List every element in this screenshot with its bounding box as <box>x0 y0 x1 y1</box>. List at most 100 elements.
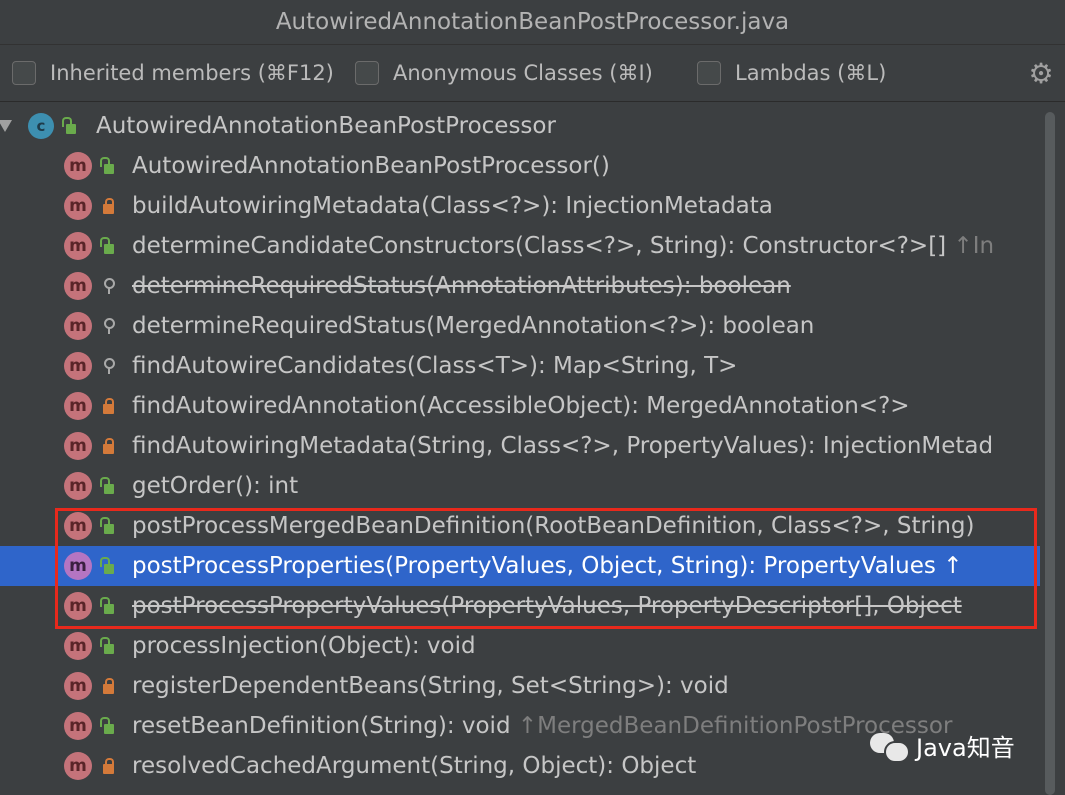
member-signature: determineCandidateConstructors(Class<?>,… <box>132 233 994 259</box>
public-access-icon <box>100 637 116 655</box>
private-access-icon <box>100 197 116 215</box>
inherited-members-label: Inherited members (⌘F12) <box>50 61 334 85</box>
private-access-icon <box>100 397 116 415</box>
checkbox-box[interactable] <box>697 61 721 85</box>
vertical-scrollbar[interactable] <box>1042 108 1058 795</box>
tree-row-method[interactable]: m postProcessProperties(PropertyValues, O… <box>0 546 1040 586</box>
tree-row-method[interactable]: m postProcessMergedBeanDefinition(RootBea… <box>0 506 1040 546</box>
method-icon: m <box>64 632 92 660</box>
member-text: AutowiredAnnotationBeanPostProcessor() <box>132 153 610 179</box>
private-access-icon <box>100 437 116 455</box>
inherited-members-checkbox[interactable]: Inherited members (⌘F12) <box>12 61 334 85</box>
member-signature: resolvedCachedArgument(String, Object): … <box>132 753 696 779</box>
method-icon: m <box>64 512 92 540</box>
member-signature: findAutowiringMetadata(String, Class<?>,… <box>132 433 993 459</box>
public-access-icon <box>100 157 116 175</box>
method-icon: m <box>64 352 92 380</box>
member-text: findAutowireCandidates(Class<T>): Map<St… <box>132 353 738 379</box>
member-text: registerDependentBeans(String, Set<Strin… <box>132 673 729 699</box>
wechat-icon <box>870 731 910 763</box>
watermark-text: Java知音 <box>916 734 1015 762</box>
tree-row-method[interactable]: m findAutowireCandidates(Class<T>): Map<S… <box>0 346 1040 386</box>
member-text: determineRequiredStatus(MergedAnnotation… <box>132 313 815 339</box>
method-icon: m <box>64 392 92 420</box>
tree-row-method[interactable]: m processInjection(Object): void <box>0 626 1040 666</box>
inherited-from-label: ↑ <box>943 553 963 579</box>
member-text: findAutowiredAnnotation(AccessibleObject… <box>132 393 910 419</box>
public-access-icon <box>62 117 78 135</box>
member-text: resetBeanDefinition(String): void <box>132 713 511 739</box>
tree-row-method[interactable]: m postProcessPropertyValues(PropertyValue… <box>0 586 1040 626</box>
watermark: Java知音 <box>870 728 1015 763</box>
method-icon: m <box>64 272 92 300</box>
structure-toolbar: Inherited members (⌘F12) Anonymous Class… <box>0 45 1065 102</box>
tree-row-method[interactable]: m determineCandidateConstructors(Class<?>… <box>0 226 1040 266</box>
member-signature: buildAutowiringMetadata(Class<?>): Injec… <box>132 193 773 219</box>
private-access-icon <box>100 757 116 775</box>
tree-row-method[interactable]: m registerDependentBeans(String, Set<Stri… <box>0 666 1040 706</box>
method-icon: m <box>64 552 92 580</box>
tree-row-method[interactable]: m AutowiredAnnotationBeanPostProcessor() <box>0 146 1040 186</box>
method-icon: m <box>64 192 92 220</box>
tree-row-method[interactable]: m buildAutowiringMetadata(Class<?>): Inje… <box>0 186 1040 226</box>
gear-icon[interactable]: ⚙ <box>1027 60 1055 88</box>
lambdas-label: Lambdas (⌘L) <box>735 61 887 85</box>
protected-access-icon <box>100 317 116 335</box>
member-signature: resetBeanDefinition(String): void ↑Merge… <box>132 713 952 739</box>
method-icon: m <box>64 752 92 780</box>
method-icon: m <box>64 712 92 740</box>
expand-arrow-icon[interactable] <box>0 120 12 132</box>
anonymous-classes-checkbox[interactable]: Anonymous Classes (⌘I) <box>355 61 653 85</box>
scrollbar-thumb[interactable] <box>1045 112 1055 795</box>
method-icon: m <box>64 152 92 180</box>
class-icon: c <box>28 113 54 139</box>
tree-row-method[interactable]: m findAutowiredAnnotation(AccessibleObjec… <box>0 386 1040 426</box>
tree-row-class[interactable]: c AutowiredAnnotationBeanPostProcessor <box>0 106 1040 146</box>
public-access-icon <box>100 237 116 255</box>
method-icon: m <box>64 472 92 500</box>
tree-row-method[interactable]: m determineRequiredStatus(MergedAnnotatio… <box>0 306 1040 346</box>
tree-row-method[interactable]: m getOrder(): int <box>0 466 1040 506</box>
tree-row-method[interactable]: m findAutowiringMetadata(String, Class<?>… <box>0 426 1040 466</box>
protected-access-icon <box>100 277 116 295</box>
inherited-from-label: ↑In <box>953 233 995 259</box>
window-title: AutowiredAnnotationBeanPostProcessor.jav… <box>275 9 790 35</box>
method-icon: m <box>64 312 92 340</box>
member-text: postProcessMergedBeanDefinition(RootBean… <box>132 513 975 539</box>
member-signature: registerDependentBeans(String, Set<Strin… <box>132 673 729 699</box>
member-text: buildAutowiringMetadata(Class<?>): Injec… <box>132 193 773 219</box>
public-access-icon <box>100 477 116 495</box>
method-icon: m <box>64 232 92 260</box>
tree-row-method[interactable]: m determineRequiredStatus(AnnotationAttri… <box>0 266 1040 306</box>
member-text: postProcessPropertyValues(PropertyValues… <box>132 593 962 619</box>
method-icon: m <box>64 592 92 620</box>
member-signature: findAutowireCandidates(Class<T>): Map<St… <box>132 353 737 379</box>
method-icon: m <box>64 432 92 460</box>
title-bar: AutowiredAnnotationBeanPostProcessor.jav… <box>0 0 1065 45</box>
private-access-icon <box>100 677 116 695</box>
public-access-icon <box>100 597 116 615</box>
member-signature: postProcessMergedBeanDefinition(RootBean… <box>132 513 974 539</box>
member-text: getOrder(): int <box>132 473 299 499</box>
member-signature: postProcessProperties(PropertyValues, Ob… <box>132 553 962 579</box>
public-access-icon <box>100 517 116 535</box>
member-text: processInjection(Object): void <box>132 633 476 659</box>
protected-access-icon <box>100 357 116 375</box>
member-signature: getOrder(): int <box>132 473 298 499</box>
method-icon: m <box>64 672 92 700</box>
public-access-icon <box>100 557 116 575</box>
member-signature: determineRequiredStatus(MergedAnnotation… <box>132 313 814 339</box>
member-text: findAutowiringMetadata(String, Class<?>,… <box>132 433 994 459</box>
member-text: determineCandidateConstructors(Class<?>,… <box>132 233 947 259</box>
member-signature: processInjection(Object): void <box>132 633 476 659</box>
member-text: postProcessProperties(PropertyValues, Ob… <box>132 553 936 579</box>
lambdas-checkbox[interactable]: Lambdas (⌘L) <box>697 61 886 85</box>
member-signature: determineRequiredStatus(AnnotationAttrib… <box>132 273 791 299</box>
public-access-icon <box>100 717 116 735</box>
member-signature: AutowiredAnnotationBeanPostProcessor() <box>132 153 610 179</box>
checkbox-box[interactable] <box>12 61 36 85</box>
checkbox-box[interactable] <box>355 61 379 85</box>
class-name: AutowiredAnnotationBeanPostProcessor <box>96 113 556 139</box>
member-signature: findAutowiredAnnotation(AccessibleObject… <box>132 393 910 419</box>
structure-tree: c AutowiredAnnotationBeanPostProcessor m… <box>0 102 1065 795</box>
